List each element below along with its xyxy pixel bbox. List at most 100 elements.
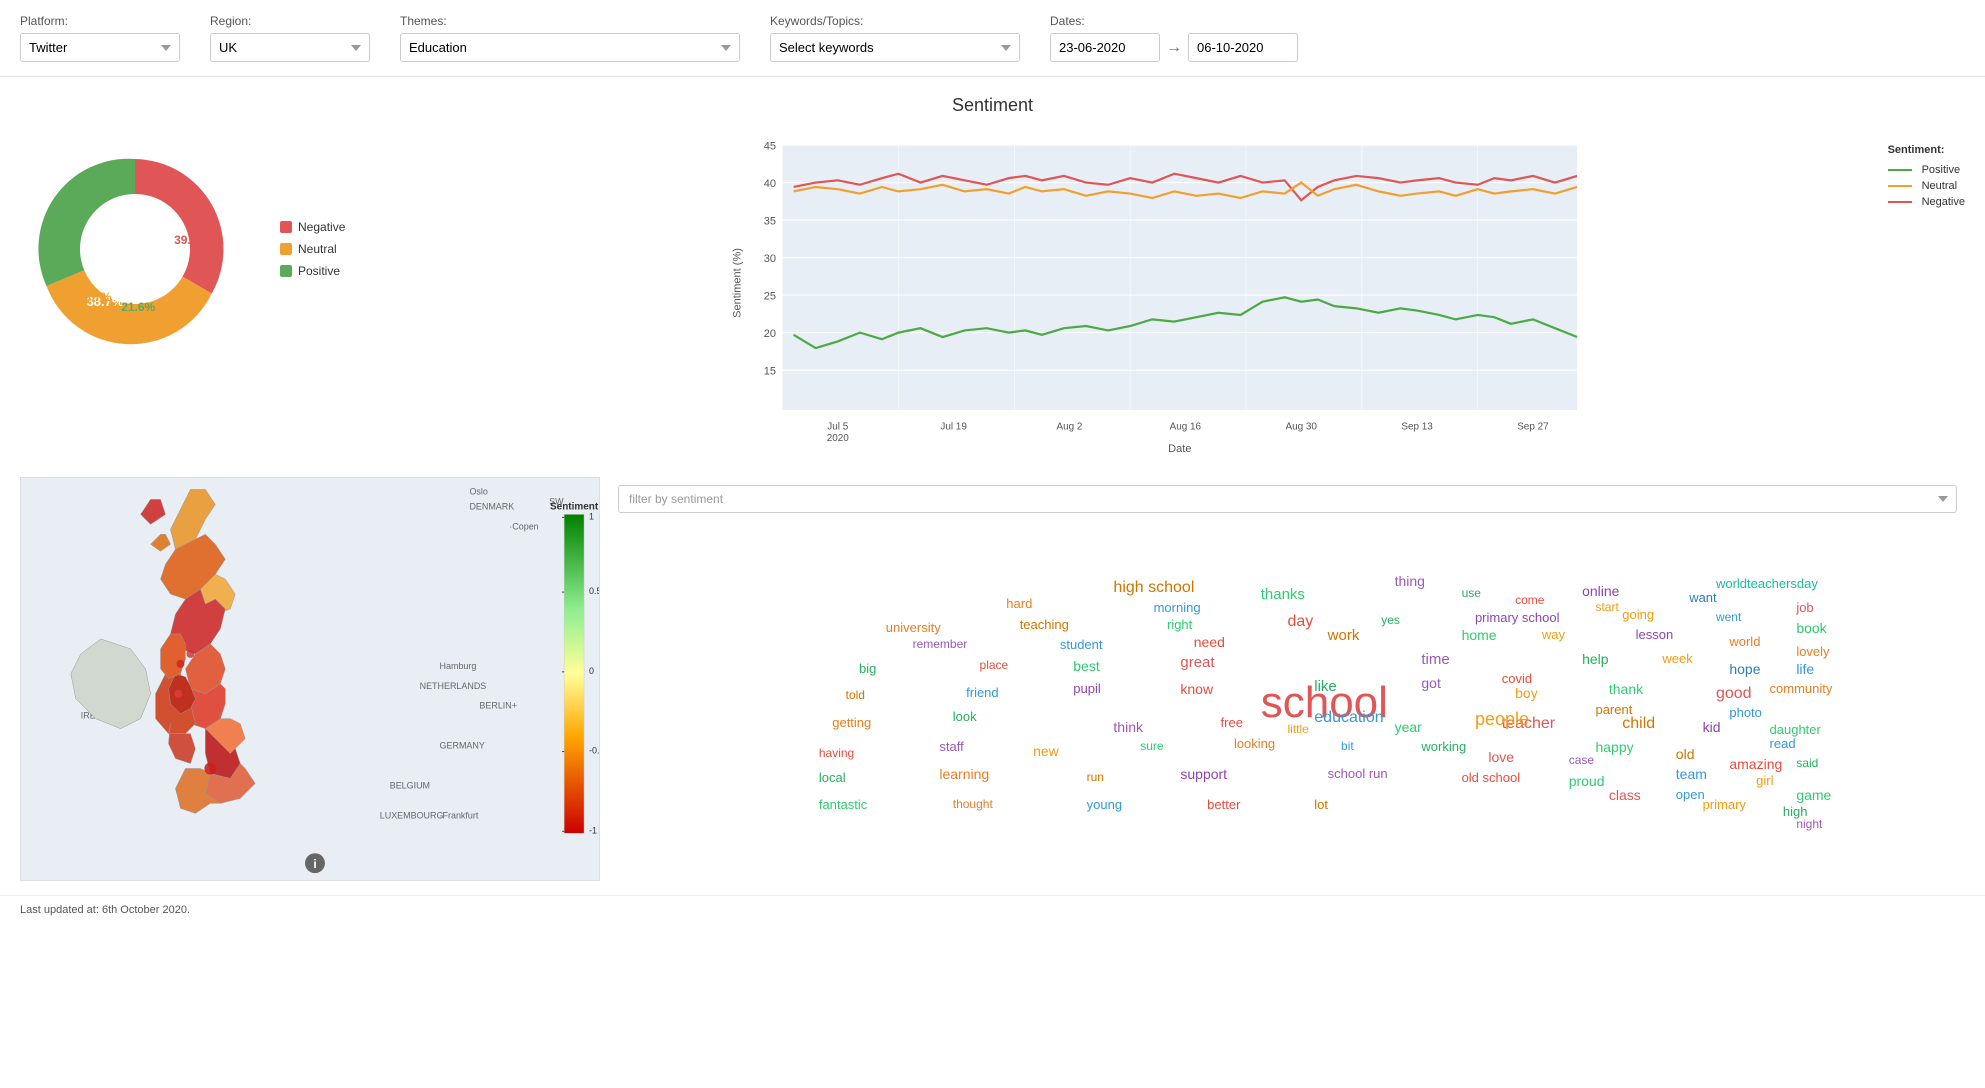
wordcloud-word[interactable]: amazing [1729, 756, 1782, 772]
wordcloud-word[interactable]: run [1087, 770, 1104, 784]
wordcloud-word[interactable]: having [819, 746, 854, 760]
wordcloud-word[interactable]: hope [1729, 661, 1760, 677]
wordcloud-word[interactable]: girl [1756, 773, 1773, 788]
wordcloud-word[interactable]: online [1582, 583, 1619, 599]
wordcloud-word[interactable]: place [980, 658, 1009, 672]
wordcloud-word[interactable]: people [1475, 709, 1529, 730]
wordcloud-word[interactable]: think [1113, 719, 1143, 735]
wordcloud-word[interactable]: young [1087, 797, 1122, 812]
wordcloud-word[interactable]: yes [1381, 613, 1400, 627]
wordcloud-word[interactable]: teaching [1020, 617, 1069, 632]
wordcloud-word[interactable]: little [1288, 722, 1309, 736]
wordcloud-word[interactable]: covid [1502, 671, 1532, 686]
wordcloud-word[interactable]: new [1033, 743, 1059, 759]
wordcloud-word[interactable]: working [1421, 739, 1466, 754]
wordcloud-word[interactable]: worldteachersday [1716, 576, 1818, 591]
wordcloud-word[interactable]: child [1622, 715, 1655, 733]
wordcloud-word[interactable]: sure [1140, 739, 1163, 753]
wordcloud-word[interactable]: looking [1234, 736, 1275, 751]
wordcloud-word[interactable]: job [1796, 600, 1813, 615]
wordcloud-word[interactable]: day [1288, 613, 1314, 631]
wordcloud-word[interactable]: life [1796, 661, 1814, 677]
wordcloud-word[interactable]: bit [1341, 739, 1354, 753]
wordcloud-word[interactable]: night [1796, 817, 1822, 831]
wordcloud-word[interactable]: look [953, 709, 977, 724]
wordcloud-word[interactable]: open [1676, 787, 1705, 802]
wordcloud-word[interactable]: use [1462, 586, 1481, 600]
wordcloud-word[interactable]: best [1073, 658, 1099, 674]
wordcloud-word[interactable]: university [886, 620, 941, 635]
wordcloud-word[interactable]: read [1770, 736, 1796, 751]
wordcloud-word[interactable]: proud [1569, 773, 1605, 789]
wordcloud-word[interactable]: hard [1006, 596, 1032, 611]
wordcloud-word[interactable]: start [1595, 600, 1618, 614]
wordcloud-word[interactable]: right [1167, 617, 1192, 632]
wordcloud-word[interactable]: lovely [1796, 644, 1829, 659]
wordcloud-word[interactable]: work [1328, 627, 1360, 644]
wordcloud-word[interactable]: want [1689, 590, 1716, 605]
wordcloud-word[interactable]: come [1515, 593, 1544, 607]
wordcloud-word[interactable]: local [819, 770, 846, 785]
region-select[interactable]: UK [210, 33, 370, 62]
wordcloud-word[interactable]: thanks [1261, 586, 1305, 603]
wordcloud-word[interactable]: kid [1703, 719, 1721, 735]
wordcloud-word[interactable]: case [1569, 753, 1594, 767]
wordcloud-word[interactable]: told [846, 688, 865, 702]
wordcloud-word[interactable]: home [1462, 627, 1497, 643]
wordcloud-word[interactable]: know [1180, 681, 1213, 697]
themes-select[interactable]: Education [400, 33, 740, 62]
wordcloud-word[interactable]: getting [832, 715, 871, 730]
wordcloud-word[interactable]: education [1314, 709, 1383, 727]
keywords-select[interactable]: Select keywords [770, 33, 1020, 62]
wordcloud-word[interactable]: year [1395, 719, 1422, 735]
wordcloud-word[interactable]: primary [1703, 797, 1746, 812]
wordcloud-word[interactable]: got [1421, 675, 1440, 691]
date-start-input[interactable] [1050, 33, 1160, 62]
wordcloud-word[interactable]: boy [1515, 685, 1538, 701]
wordcloud-word[interactable]: big [859, 661, 876, 676]
wordcloud-word[interactable]: old [1676, 746, 1695, 762]
wordcloud-word[interactable]: help [1582, 651, 1608, 667]
wordcloud-word[interactable]: staff [939, 739, 963, 754]
wordcloud-word[interactable]: remember [913, 637, 968, 651]
wordcloud-word[interactable]: free [1221, 715, 1243, 730]
wordcloud-word[interactable]: good [1716, 685, 1752, 703]
wordcloud-word[interactable]: pupil [1073, 681, 1100, 696]
wordcloud-word[interactable]: great [1180, 654, 1214, 671]
wordcloud-word[interactable]: lesson [1636, 627, 1674, 642]
wordcloud-word[interactable]: world [1729, 634, 1760, 649]
wordcloud-word[interactable]: community [1770, 681, 1833, 696]
wordcloud-filter-select[interactable]: filter by sentiment [618, 485, 1957, 513]
wordcloud-word[interactable]: love [1488, 749, 1514, 765]
wordcloud-word[interactable]: lot [1314, 797, 1328, 812]
wordcloud-word[interactable]: book [1796, 620, 1826, 636]
wordcloud-word[interactable]: going [1622, 607, 1654, 622]
date-end-input[interactable] [1188, 33, 1298, 62]
wordcloud-word[interactable]: photo [1729, 705, 1762, 720]
wordcloud-word[interactable]: primary school [1475, 610, 1560, 625]
wordcloud-word[interactable]: went [1716, 610, 1741, 624]
wordcloud-word[interactable]: team [1676, 766, 1707, 782]
wordcloud-word[interactable]: way [1542, 627, 1565, 642]
wordcloud-word[interactable]: thank [1609, 681, 1643, 697]
wordcloud-word[interactable]: support [1180, 766, 1227, 782]
wordcloud-word[interactable]: student [1060, 637, 1103, 652]
wordcloud-word[interactable]: fantastic [819, 797, 867, 812]
wordcloud-word[interactable]: week [1662, 651, 1692, 666]
wordcloud-word[interactable]: need [1194, 634, 1225, 650]
wordcloud-word[interactable]: happy [1595, 739, 1633, 755]
platform-select[interactable]: Twitter [20, 33, 180, 62]
wordcloud-word[interactable]: high school [1113, 579, 1194, 597]
wordcloud-word[interactable]: thing [1395, 573, 1425, 589]
wordcloud-word[interactable]: class [1609, 787, 1641, 803]
wordcloud-word[interactable]: old school [1462, 770, 1521, 785]
wordcloud-word[interactable]: time [1421, 651, 1449, 668]
wordcloud-word[interactable]: better [1207, 797, 1240, 812]
wordcloud-word[interactable]: like [1314, 678, 1337, 695]
wordcloud-word[interactable]: game [1796, 787, 1831, 803]
wordcloud-word[interactable]: said [1796, 756, 1818, 770]
wordcloud-word[interactable]: school run [1328, 766, 1388, 781]
wordcloud-word[interactable]: friend [966, 685, 999, 700]
wordcloud-word[interactable]: thought [953, 797, 993, 811]
wordcloud-word[interactable]: morning [1154, 600, 1201, 615]
